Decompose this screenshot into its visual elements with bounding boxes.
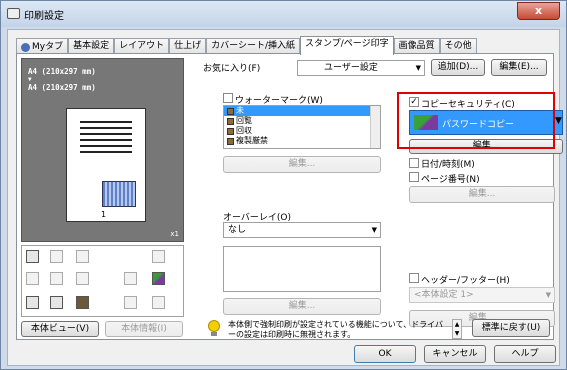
text-lines-graphic [80, 121, 132, 179]
tab-bar: Myタブ 基本設定 レイアウト 仕上げ カバーシート/挿入紙 スタンプ/ページ印… [16, 36, 477, 55]
cancel-button[interactable]: キャンセル [424, 345, 486, 363]
book-icon[interactable] [50, 250, 63, 263]
printer-icon [7, 8, 20, 19]
preview-paper-size: A4 (210x297 mm) [28, 67, 96, 76]
stamp-icon[interactable] [76, 296, 89, 309]
header-footer-value: <本体設定 1> [414, 290, 474, 300]
favorites-select[interactable]: ユーザー設定 ▼ [297, 60, 425, 76]
overlay-edit-button[interactable]: 編集... [223, 298, 381, 315]
header-footer-checkbox[interactable] [409, 273, 419, 283]
copy-security-icon[interactable] [152, 272, 165, 285]
restore-defaults-button[interactable]: 標準に戻す(U) [472, 319, 550, 337]
watermark-list[interactable]: 未 回覧 回収 複製厳禁 [223, 105, 381, 149]
overlay-select[interactable]: なし ▼ [223, 222, 381, 238]
ok-button[interactable]: OK [354, 345, 416, 363]
duplex-icon[interactable] [76, 250, 89, 263]
tab-paper-icon[interactable] [76, 272, 89, 285]
scrollbar[interactable] [370, 106, 380, 148]
list-item-label: 未 [236, 106, 244, 115]
header-footer-label: ヘッダー/フッター(H) [421, 276, 510, 286]
footer-icon[interactable] [152, 296, 165, 309]
favorites-value: ユーザー設定 [324, 63, 378, 73]
list-item[interactable]: 複製厳禁 [224, 136, 380, 146]
insert-icon[interactable] [50, 272, 63, 285]
highlight-box [397, 92, 555, 149]
preview-zoom: x1 [170, 230, 179, 238]
page-number-edit-button[interactable]: 編集... [409, 186, 555, 203]
chevron-down-icon: ▼ [415, 64, 421, 72]
function-icons-panel [21, 245, 184, 317]
close-button[interactable]: x [517, 2, 560, 20]
overlay-list[interactable] [223, 246, 381, 292]
title-bar: 印刷設定 x [1, 1, 566, 27]
printer-info-button[interactable]: 本体情報(I) [105, 321, 183, 337]
datetime-checkbox[interactable] [409, 158, 419, 168]
chevron-down-icon: ▼ [371, 226, 377, 234]
overlay-value: なし [228, 225, 247, 235]
chevron-down-icon: ▼ [545, 291, 551, 299]
datetime-label: 日付/時刻(M) [421, 160, 475, 170]
info-message: 本体側で強制印刷が設定されている機能について、ドライバーの設定は印刷時に無視され… [228, 320, 443, 339]
list-item-label: 回覧 [236, 116, 252, 125]
overlay-icon[interactable] [50, 296, 63, 309]
layout-icon[interactable] [26, 250, 39, 263]
window-title: 印刷設定 [24, 11, 64, 22]
grid-image-graphic [102, 181, 136, 207]
tab-panel: A4 (210x297 mm) ▼ A4 (210x297 mm) 1 x1 本… [16, 53, 563, 340]
header-footer-select[interactable]: <本体設定 1> ▼ [409, 287, 555, 303]
dialog-client: Myタブ 基本設定 レイアウト 仕上げ カバーシート/挿入紙 スタンプ/ページ印… [7, 29, 563, 366]
watermark-item-icon [227, 127, 234, 135]
preview-page-number: 1 [101, 210, 107, 219]
cover-icon[interactable] [26, 272, 39, 285]
print-settings-window: 印刷設定 x Myタブ 基本設定 レイアウト 仕上げ カバーシート/挿入紙 スタ… [0, 0, 567, 370]
chevron-down-icon[interactable]: ▼ [555, 116, 562, 126]
staple-icon[interactable] [152, 250, 165, 263]
header-icon[interactable] [124, 296, 137, 309]
printer-view-button[interactable]: 本体ビュー(V) [21, 321, 99, 337]
watermark-item-icon [227, 117, 234, 125]
preview-output-size: A4 (210x297 mm) [28, 83, 96, 92]
preview-arrow: ▼ [28, 76, 32, 83]
user-icon [21, 42, 30, 52]
scroll-arrows[interactable]: ▲ ▼ [452, 319, 462, 339]
page-preview: A4 (210x297 mm) ▼ A4 (210x297 mm) 1 x1 [21, 58, 184, 242]
page-number-label: ページ番号(N) [421, 175, 480, 185]
edit-favorite-button[interactable]: 編集(E)... [491, 59, 547, 76]
chapter-icon[interactable] [124, 272, 137, 285]
help-button[interactable]: ヘルプ [494, 345, 556, 363]
list-item[interactable]: 未 [224, 106, 380, 116]
watermark-item-icon [227, 107, 234, 115]
lightbulb-icon [208, 320, 222, 337]
list-item-label: 回収 [236, 126, 252, 135]
preview-paper: 1 [66, 108, 146, 222]
add-favorite-button[interactable]: 追加(D)... [431, 59, 485, 76]
list-item-label: 複製厳禁 [236, 136, 268, 145]
list-item[interactable]: 回覧 [224, 116, 380, 126]
watermark-icon[interactable] [26, 296, 39, 309]
watermark-edit-button[interactable]: 編集... [223, 156, 381, 173]
watermark-item-icon [227, 137, 234, 145]
tab-stamp-page-print[interactable]: スタンプ/ページ印字 [300, 36, 394, 55]
list-item[interactable]: 回収 [224, 126, 380, 136]
watermark-checkbox[interactable] [223, 93, 233, 103]
page-number-checkbox[interactable] [409, 172, 419, 182]
favorites-label: お気に入り(F) [203, 64, 261, 74]
